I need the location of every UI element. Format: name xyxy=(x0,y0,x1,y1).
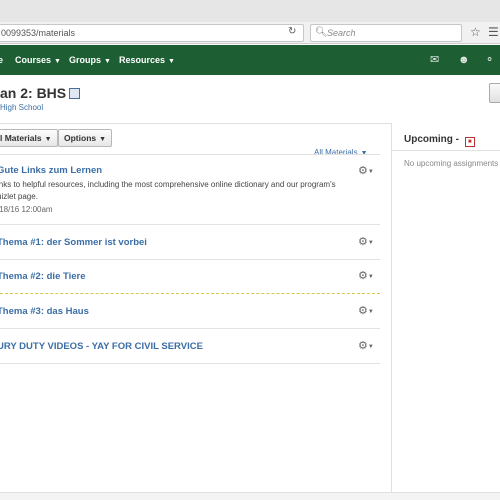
list-top-divider xyxy=(0,154,380,155)
header-divider xyxy=(0,123,392,124)
nav-courses[interactable]: Courses ▼ xyxy=(15,45,61,75)
address-bar[interactable]: 0099353/materials xyxy=(0,24,304,42)
reload-icon[interactable]: ↻ xyxy=(288,25,296,39)
row-divider xyxy=(0,293,380,294)
search-icon: 🔍︎ xyxy=(315,27,328,38)
gear-icon[interactable]: ⚙▼ xyxy=(358,236,374,249)
chevron-down-icon: ▼ xyxy=(44,136,52,143)
status-bar xyxy=(0,492,500,500)
library-icon[interactable]: ☰ xyxy=(488,25,499,39)
upcoming-divider xyxy=(392,150,500,151)
search-input[interactable]: 🔍︎ Search xyxy=(310,24,462,42)
upcoming-empty-text: No upcoming assignments xyxy=(404,159,499,168)
gear-icon[interactable]: ⚙▼ xyxy=(358,270,374,283)
browser-titlebar xyxy=(0,0,500,22)
calendar-icon[interactable]: ■ xyxy=(464,137,475,147)
gear-icon[interactable]: ⚙▼ xyxy=(358,165,374,178)
gear-icon[interactable]: ⚙▼ xyxy=(358,340,374,353)
column-divider xyxy=(391,124,392,500)
people-icon[interactable]: ☻ xyxy=(458,45,470,75)
chevron-down-icon: ▼ xyxy=(99,136,107,143)
browser-toolbar: 0099353/materials ↻ 🔍︎ Search ☆ ☰ xyxy=(0,22,500,44)
notifications-icon[interactable]: ⚬ xyxy=(485,45,494,75)
folder-title[interactable]: Thema #2: die Tiere xyxy=(0,271,86,282)
materials-filter[interactable]: All Materials▼ xyxy=(314,148,368,157)
chevron-down-icon: ▼ xyxy=(54,58,61,65)
options-button[interactable]: Options ▼ xyxy=(58,129,113,147)
main-nav: e Courses ▼ Groups ▼ Resources ▼ ✉ ☻ ⚬ xyxy=(0,45,500,75)
nav-home[interactable]: e xyxy=(0,45,3,75)
folder-title[interactable]: URY DUTY VIDEOS - YAY FOR CIVIL SERVICE xyxy=(0,341,203,352)
folder-title[interactable]: Thema #3: das Haus xyxy=(0,306,89,317)
nav-groups[interactable]: Groups ▼ xyxy=(69,45,111,75)
add-materials-button[interactable]: l Materials ▼ xyxy=(0,129,58,147)
gear-icon[interactable]: ⚙▼ xyxy=(358,305,374,318)
chevron-down-icon: ▼ xyxy=(168,58,175,65)
row-divider xyxy=(0,224,380,225)
material-title[interactable]: Gute Links zum Lernen xyxy=(0,165,102,176)
chevron-down-icon: ▼ xyxy=(104,58,111,65)
folder-title[interactable]: Thema #1: der Sommer ist vorbei xyxy=(0,237,147,248)
search-placeholder: Search xyxy=(327,28,356,38)
nav-resources[interactable]: Resources ▼ xyxy=(119,45,175,75)
material-date: /18/16 12:00am xyxy=(0,205,53,214)
row-divider xyxy=(0,259,380,260)
bookmark-star-icon[interactable]: ☆ xyxy=(470,25,481,39)
course-options-button[interactable] xyxy=(489,83,500,103)
row-divider xyxy=(0,328,380,329)
material-description: inks to helpful resources, including the… xyxy=(0,180,336,201)
row-divider xyxy=(0,363,380,364)
school-link[interactable]: High School xyxy=(0,103,43,112)
mail-icon[interactable]: ✉ xyxy=(430,45,439,75)
book-icon xyxy=(69,88,81,99)
page-title: an 2: BHS xyxy=(0,85,81,101)
upcoming-heading: Upcoming - ■ xyxy=(404,134,475,147)
